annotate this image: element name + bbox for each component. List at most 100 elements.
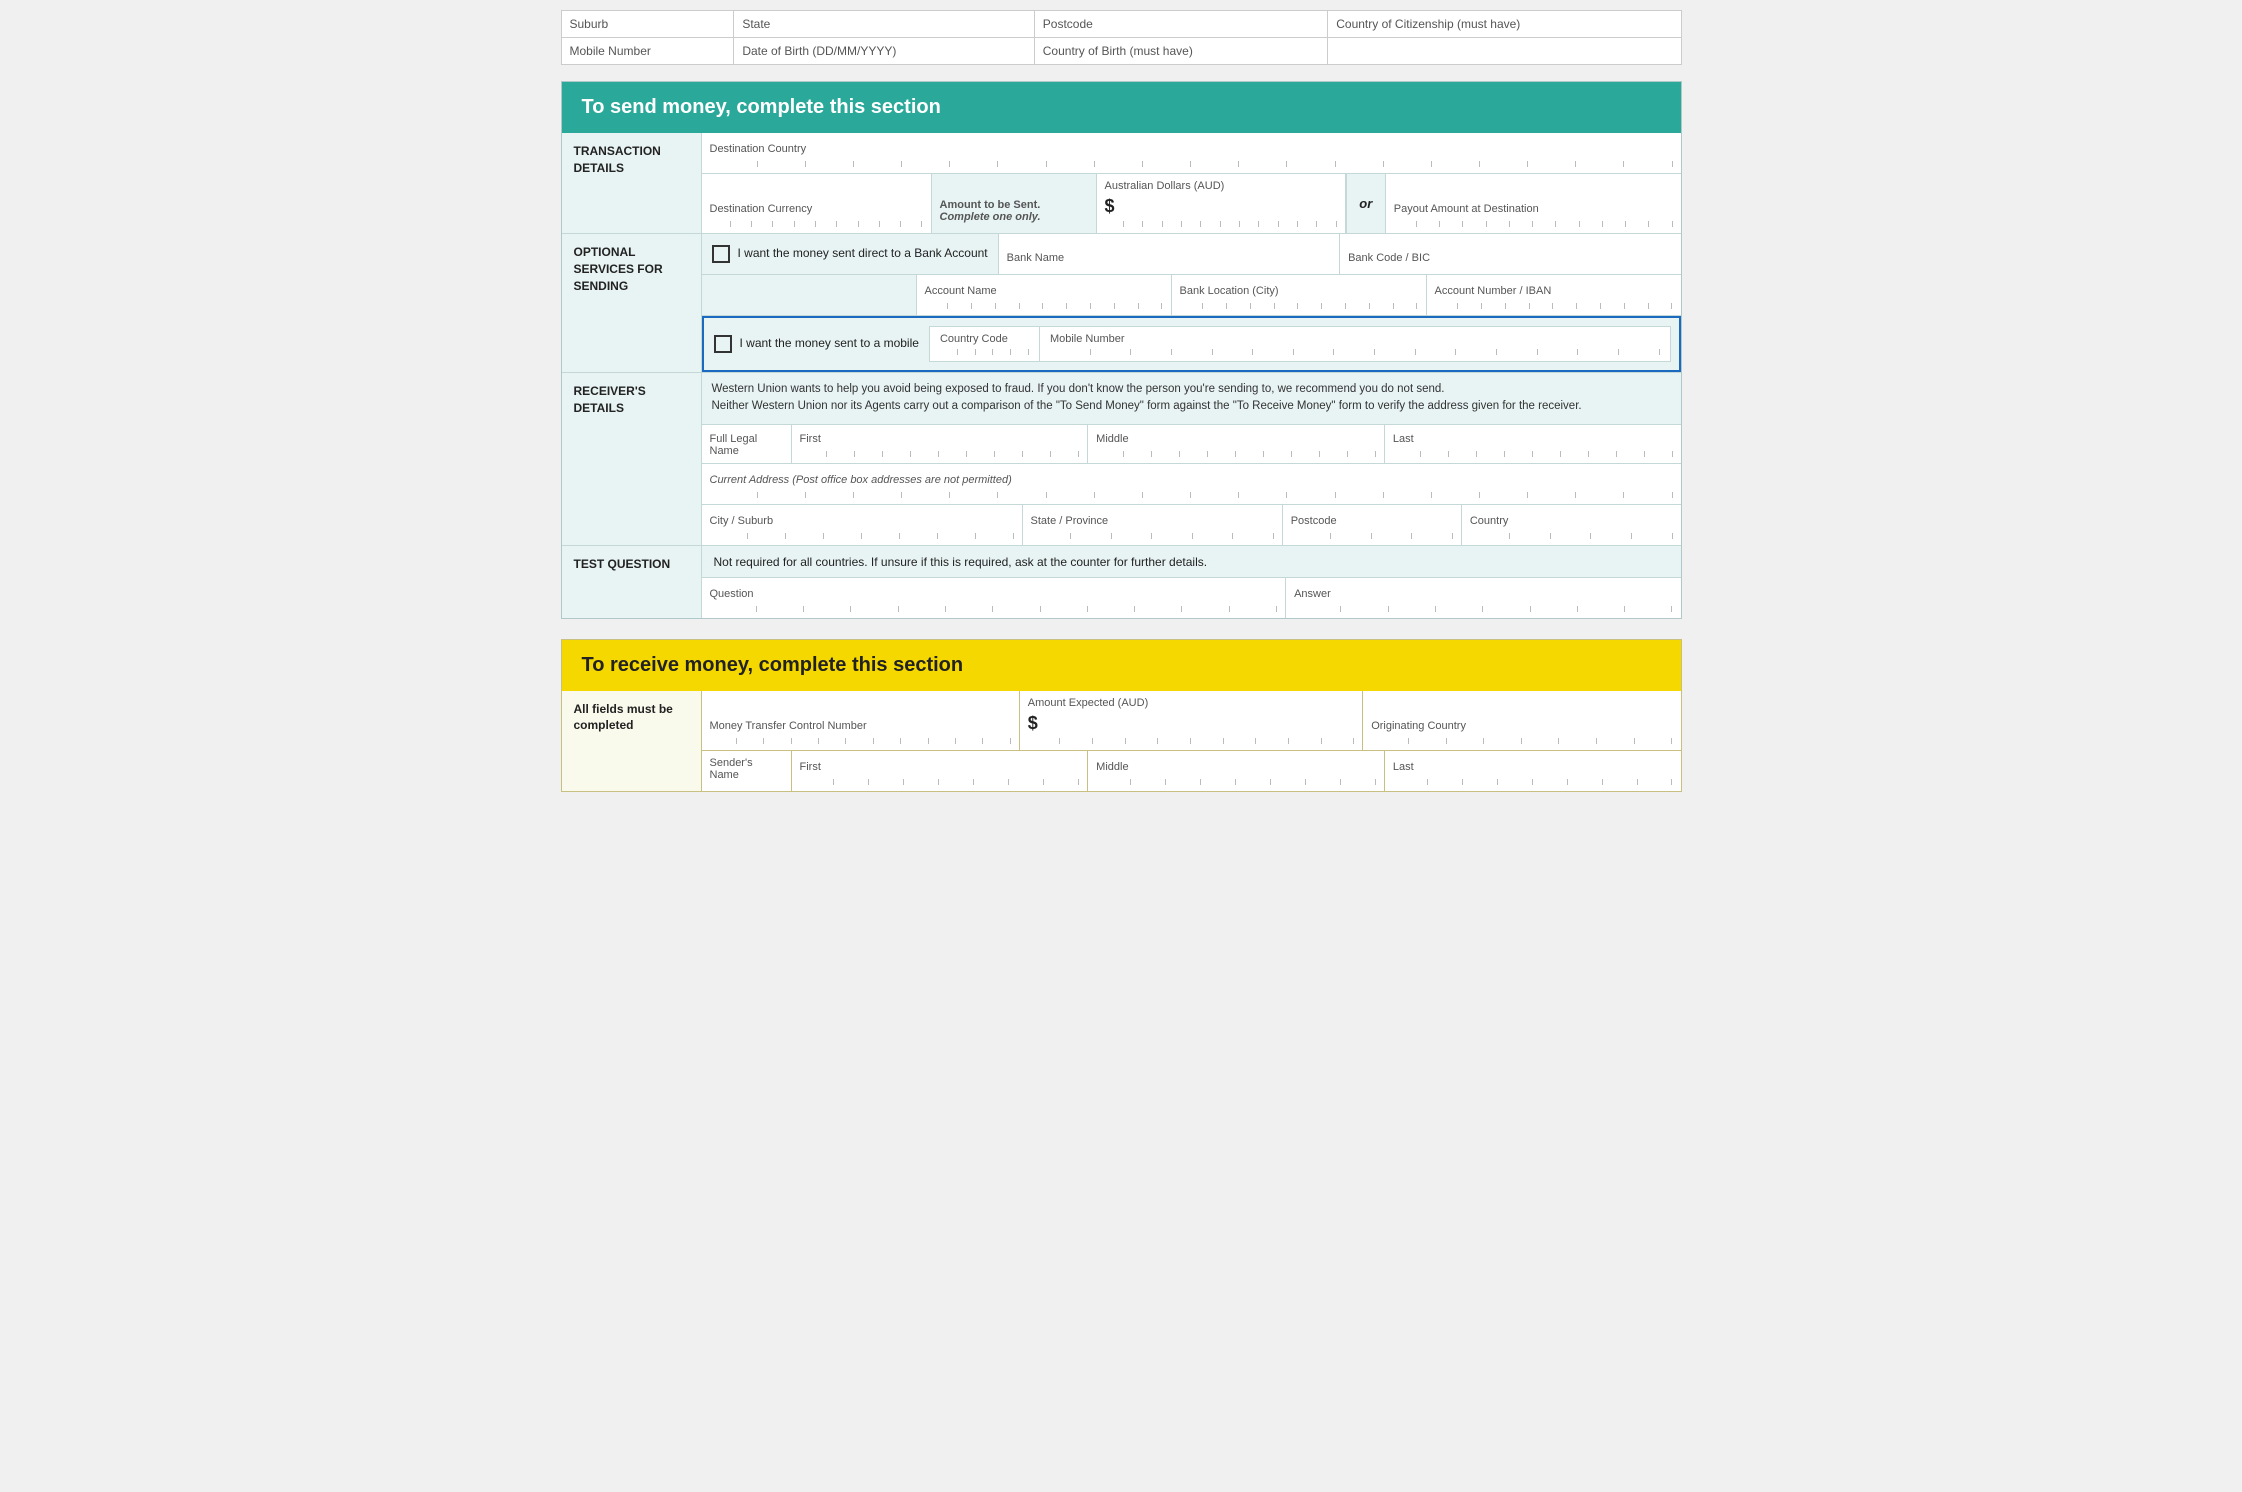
mobile-number-field[interactable]: Mobile Number <box>1040 327 1670 361</box>
country-code-field[interactable]: Country Code <box>930 327 1040 361</box>
fraud-text: Western Union wants to help you avoid be… <box>712 381 1671 416</box>
receive-section-body: All fields must be completed Money Trans… <box>562 691 1681 791</box>
originating-country-label: Originating Country <box>1371 720 1672 732</box>
send-section-header: To send money, complete this section <box>562 82 1681 133</box>
senders-name-row: Sender's Name First Middle <box>702 751 1681 791</box>
mobile-number-cell: Mobile Number <box>561 38 734 65</box>
sender-first-label: First <box>800 761 1080 773</box>
ruler <box>1096 779 1376 785</box>
amount-to-be-sent-label-box: Amount to be Sent. Complete one only. <box>932 174 1097 233</box>
bank-location-field[interactable]: Bank Location (City) <box>1172 275 1427 315</box>
ruler <box>940 349 1029 355</box>
receive-dollar-sign: $ <box>1028 713 1038 736</box>
receive-top-fields: Money Transfer Control Number Amount Exp… <box>702 691 1681 751</box>
amount-expected-field[interactable]: Amount Expected (AUD) $ <box>1020 691 1363 750</box>
answer-field[interactable]: Answer <box>1286 578 1680 618</box>
ruler <box>1394 221 1673 227</box>
sender-middle-field[interactable]: Middle <box>1088 751 1385 791</box>
sender-last-field[interactable]: Last <box>1385 751 1681 791</box>
state-cell: State <box>734 11 1034 38</box>
question-field[interactable]: Question <box>702 578 1287 618</box>
ruler <box>925 303 1163 309</box>
test-question-row: TEST QUESTION Not required for all count… <box>562 546 1681 618</box>
ruler <box>710 161 1673 167</box>
account-number-field[interactable]: Account Number / IBAN <box>1427 275 1681 315</box>
or-separator: or <box>1346 174 1386 233</box>
ruler <box>710 533 1014 539</box>
mobile-number-label: Mobile Number <box>1050 333 1660 345</box>
all-fields-label: All fields must be completed <box>562 691 702 791</box>
bank-code-label: Bank Code / BIC <box>1348 252 1672 264</box>
question-label: Question <box>710 588 1278 600</box>
last-name-label: Last <box>1393 433 1673 445</box>
country-citizenship-cell: Country of Citizenship (must have) <box>1328 11 1681 38</box>
current-address-field[interactable]: Current Address (Post office box address… <box>702 464 1681 504</box>
send-section-body: TRANSACTION DETAILS Destination Country <box>562 133 1681 618</box>
money-transfer-control-field[interactable]: Money Transfer Control Number <box>702 691 1020 750</box>
middle-name-field[interactable]: Middle <box>1088 425 1385 463</box>
bank-checkbox-area[interactable]: I want the money sent direct to a Bank A… <box>702 234 999 274</box>
ruler <box>800 451 1080 457</box>
answer-label: Answer <box>1294 588 1672 600</box>
bank-name-field[interactable]: Bank Name <box>999 234 1340 274</box>
ruler <box>710 492 1673 498</box>
full-name-row: Full Legal Name First Middle <box>702 425 1681 464</box>
ruler <box>1435 303 1673 309</box>
first-name-label: First <box>800 433 1080 445</box>
ruler <box>1291 533 1453 539</box>
destination-country-group: Destination Country <box>702 133 1681 174</box>
amount-expected-label: Amount Expected (AUD) <box>1028 697 1354 709</box>
full-legal-name-label: Full Legal Name <box>702 425 792 463</box>
bank-location-label: Bank Location (City) <box>1180 285 1418 297</box>
ruler <box>1294 606 1672 612</box>
senders-name-label-box: Sender's Name <box>702 751 792 791</box>
country-birth-cell: Country of Birth (must have) <box>1034 38 1327 65</box>
receivers-details-row: RECEIVER'S DETAILS Western Union wants t… <box>562 373 1681 546</box>
bank-checkbox-group: I want the money sent direct to a Bank A… <box>702 234 1681 275</box>
aud-amount-field[interactable]: Australian Dollars (AUD) $ <box>1097 174 1346 233</box>
ruler <box>710 606 1278 612</box>
ruler <box>1470 533 1673 539</box>
receivers-content: Western Union wants to help you avoid be… <box>702 373 1681 545</box>
destination-currency-field[interactable]: Destination Currency <box>702 174 932 233</box>
ruler <box>1050 349 1660 355</box>
current-address-label: Current Address (Post office box address… <box>710 474 1673 486</box>
city-state-row: City / Suburb State / Province <box>702 505 1681 545</box>
middle-name-label: Middle <box>1096 433 1376 445</box>
mobile-checkbox-area[interactable]: I want the money sent to a mobile <box>704 322 929 366</box>
transaction-content: Destination Country Destination Currency <box>702 133 1681 233</box>
country-field[interactable]: Country <box>1462 505 1681 545</box>
city-suburb-field[interactable]: City / Suburb <box>702 505 1023 545</box>
sender-first-field[interactable]: First <box>792 751 1089 791</box>
amount-to-be-sent-label: Amount to be Sent. Complete one only. <box>940 199 1088 223</box>
receivers-details-label: RECEIVER'S DETAILS <box>562 373 702 545</box>
sender-last-label: Last <box>1393 761 1673 773</box>
bank-name-label: Bank Name <box>1007 252 1331 264</box>
test-question-content: Not required for all countries. If unsur… <box>702 546 1681 618</box>
transaction-details-row: TRANSACTION DETAILS Destination Country <box>562 133 1681 234</box>
account-name-field[interactable]: Account Name <box>917 275 1172 315</box>
bank-account-checkbox[interactable] <box>712 245 730 263</box>
destination-country-field[interactable]: Destination Country <box>702 133 1681 173</box>
country-code-label: Country Code <box>940 333 1029 345</box>
dollar-sign: $ <box>1105 196 1115 219</box>
aud-label: Australian Dollars (AUD) <box>1105 180 1337 192</box>
bank-checkbox-label: I want the money sent direct to a Bank A… <box>738 246 988 262</box>
postcode-field[interactable]: Postcode <box>1283 505 1462 545</box>
suburb-cell: Suburb <box>561 11 734 38</box>
originating-country-field[interactable]: Originating Country <box>1363 691 1680 750</box>
mobile-checkbox[interactable] <box>714 335 732 353</box>
last-name-field[interactable]: Last <box>1385 425 1681 463</box>
fraud-warning: Western Union wants to help you avoid be… <box>702 373 1681 425</box>
destination-country-label: Destination Country <box>710 143 1673 155</box>
ruler <box>1180 303 1418 309</box>
state-province-field[interactable]: State / Province <box>1023 505 1283 545</box>
payout-amount-field[interactable]: Payout Amount at Destination <box>1386 174 1681 233</box>
ruler <box>1028 738 1354 744</box>
first-name-field[interactable]: First <box>792 425 1089 463</box>
amount-expected-dollar: $ <box>1028 713 1354 736</box>
bank-code-field[interactable]: Bank Code / BIC <box>1340 234 1680 274</box>
receive-main-row: All fields must be completed Money Trans… <box>562 691 1681 791</box>
ruler <box>1096 451 1376 457</box>
ruler <box>800 779 1080 785</box>
